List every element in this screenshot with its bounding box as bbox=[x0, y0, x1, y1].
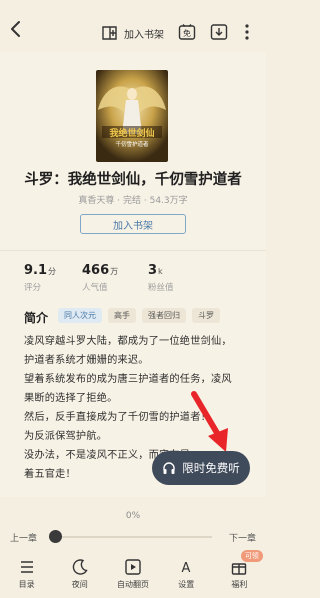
nav-auto-page[interactable]: 自动翻页 bbox=[106, 552, 159, 598]
add-to-shelf-top-button[interactable]: 加入书架 bbox=[101, 24, 164, 42]
reading-progress-percent: 0% bbox=[125, 511, 141, 521]
add-to-shelf-top-label: 加入书架 bbox=[124, 29, 164, 41]
svg-text:A: A bbox=[182, 561, 191, 576]
svg-text:千仞雪护道者: 千仞雪护道者 bbox=[115, 140, 149, 148]
add-to-shelf-button[interactable]: 加入书架 bbox=[80, 214, 186, 234]
progress-slider-track[interactable] bbox=[50, 536, 212, 538]
book-word-count: 54.3万字 bbox=[149, 196, 188, 206]
back-arrow-icon[interactable] bbox=[8, 20, 24, 38]
tag-item[interactable]: 斗罗 bbox=[192, 308, 220, 323]
bookshelf-add-icon bbox=[102, 26, 117, 40]
svg-text:免: 免 bbox=[183, 28, 191, 38]
list-icon bbox=[20, 561, 33, 573]
font-settings-icon: A bbox=[182, 561, 191, 576]
intro-heading: 简介 bbox=[24, 311, 49, 325]
divider bbox=[0, 250, 266, 251]
nav-settings[interactable]: A 设置 bbox=[160, 552, 213, 598]
prev-chapter-button[interactable]: 上一章 bbox=[10, 531, 37, 544]
book-status: 完结 bbox=[122, 196, 141, 206]
more-vertical-icon[interactable] bbox=[243, 22, 251, 42]
tag-item[interactable]: 高手 bbox=[108, 308, 136, 323]
stat-rating: 9.1分 评分 bbox=[24, 263, 57, 293]
moon-icon bbox=[72, 559, 88, 575]
book-title: 斗罗：我绝世剑仙，千仞雪护道者 bbox=[24, 172, 242, 188]
free-listen-label: 限时免费听 bbox=[182, 461, 240, 475]
top-bar: 加入书架 免 bbox=[0, 0, 266, 48]
svg-text:我绝世剑仙: 我绝世剑仙 bbox=[109, 127, 154, 139]
book-meta: 真香天尊 · 完结 · 54.3万字 bbox=[78, 196, 188, 206]
headphones-icon bbox=[163, 462, 175, 474]
book-author: 真香天尊 bbox=[78, 196, 115, 206]
stat-fans: 3k 粉丝值 bbox=[148, 263, 174, 293]
book-cover[interactable]: 我绝世剑仙 千仞雪护道者 bbox=[96, 70, 168, 162]
tag-list: 同人次元 高手 强者回归 斗罗 bbox=[58, 308, 220, 323]
stat-popularity: 466万 人气值 bbox=[82, 263, 119, 293]
bottom-nav: 目录 夜间 自动翻页 A 设置 可领 福利 bbox=[0, 550, 266, 598]
free-listen-button[interactable]: 限时免费听 bbox=[152, 451, 250, 485]
tag-item[interactable]: 强者回归 bbox=[142, 308, 186, 323]
nav-catalog[interactable]: 目录 bbox=[0, 552, 53, 598]
free-listen-icon[interactable]: 免 bbox=[178, 23, 196, 41]
tag-item[interactable]: 同人次元 bbox=[58, 308, 102, 323]
nav-rewards[interactable]: 可领 福利 bbox=[213, 550, 266, 598]
rewards-badge: 可领 bbox=[240, 550, 263, 562]
download-icon[interactable] bbox=[210, 23, 228, 41]
auto-play-icon bbox=[125, 559, 141, 575]
next-chapter-button[interactable]: 下一章 bbox=[229, 531, 256, 544]
nav-night-mode[interactable]: 夜间 bbox=[53, 552, 106, 598]
progress-slider-thumb[interactable] bbox=[49, 530, 62, 543]
